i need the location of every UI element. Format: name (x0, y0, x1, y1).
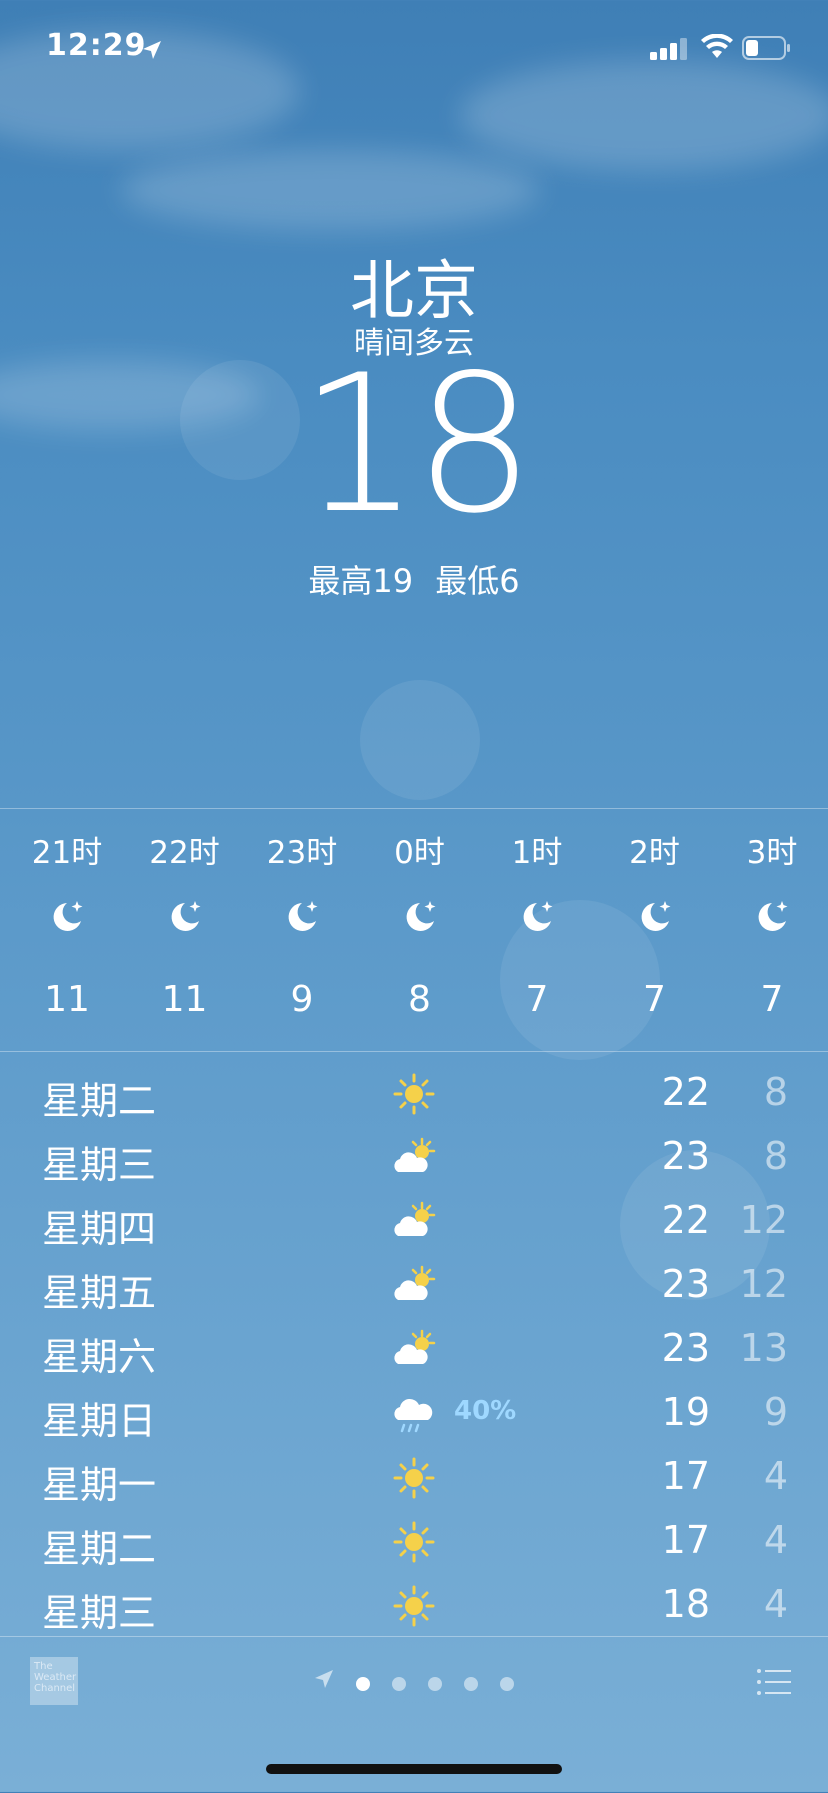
moon-star-icon (400, 897, 440, 937)
weather-channel-logo[interactable]: The Weather Channel (30, 1657, 78, 1705)
day-low: 12 (739, 1262, 788, 1306)
daily-row: 星期一 17 4 (0, 1446, 828, 1510)
hour-label: 1时 (511, 835, 563, 871)
battery-icon (742, 36, 790, 60)
partly-cloudy-icon (390, 1136, 438, 1180)
day-low: 4 (763, 1454, 788, 1498)
day-low: 8 (763, 1070, 788, 1114)
hour-label: 23时 (266, 835, 338, 871)
daily-row: 星期三 18 4 (0, 1574, 828, 1638)
day-high: 19 (661, 1390, 710, 1434)
day-label: 星期二 (42, 1079, 157, 1123)
day-label: 星期六 (42, 1335, 157, 1379)
list-icon[interactable] (756, 1667, 792, 1697)
hour-temp: 7 (760, 979, 784, 1020)
moon-star-icon (517, 897, 557, 937)
precip-chance: 40% (454, 1396, 517, 1426)
day-high: 17 (661, 1454, 710, 1498)
daily-row: 星期六 23 13 (0, 1318, 828, 1382)
page-dot[interactable] (356, 1677, 370, 1691)
sun-icon (390, 1072, 438, 1116)
sun-icon (390, 1584, 438, 1628)
partly-cloudy-icon (390, 1264, 438, 1308)
low-temp: 最低6 (435, 562, 520, 600)
page-dot[interactable] (464, 1677, 478, 1691)
day-label: 星期一 (42, 1463, 157, 1507)
moon-star-icon (165, 897, 205, 937)
day-label: 星期三 (42, 1591, 157, 1635)
day-label: 星期五 (42, 1271, 157, 1315)
hour-label: 21时 (31, 835, 103, 871)
hour-temp: 11 (161, 979, 208, 1020)
hour-temp: 7 (643, 979, 666, 1020)
day-high: 23 (661, 1262, 710, 1306)
day-label: 星期四 (42, 1207, 157, 1251)
location-arrow-icon (315, 1670, 333, 1688)
day-label: 星期日 (42, 1399, 157, 1443)
moon-star-icon (282, 897, 322, 937)
day-low: 4 (763, 1518, 788, 1562)
moon-star-icon (47, 897, 87, 937)
daily-row: 星期二 22 8 (0, 1062, 828, 1126)
daily-row: 星期日 40% 19 9 (0, 1382, 828, 1446)
high-temp: 最高19 (308, 562, 414, 600)
wifi-icon (701, 34, 733, 58)
hour-temp: 8 (408, 979, 431, 1020)
day-low: 8 (763, 1134, 788, 1178)
page-dot[interactable] (500, 1677, 514, 1691)
partly-cloudy-icon (390, 1328, 438, 1372)
day-high: 22 (661, 1198, 710, 1242)
moon-star-icon (635, 897, 675, 937)
daily-row: 星期五 23 12 (0, 1254, 828, 1318)
location-arrow-icon (143, 41, 161, 59)
hour-temp: 11 (44, 979, 90, 1020)
page-dot[interactable] (428, 1677, 442, 1691)
day-high: 23 (661, 1326, 710, 1370)
daily-row: 星期三 23 8 (0, 1126, 828, 1190)
daily-row: 星期四 22 12 (0, 1190, 828, 1254)
status-time: 12:29 (46, 28, 147, 63)
hour-temp: 7 (525, 979, 549, 1020)
status-bar: 12:29 (0, 0, 828, 96)
day-low: 12 (739, 1198, 788, 1242)
day-low: 13 (739, 1326, 788, 1370)
day-low: 9 (763, 1390, 788, 1434)
cellular-signal-icon (650, 38, 687, 60)
hour-label: 2时 (629, 835, 680, 871)
rain-icon (390, 1392, 438, 1436)
day-high: 23 (661, 1134, 710, 1178)
sun-icon (390, 1456, 438, 1500)
day-high: 18 (661, 1582, 710, 1626)
sun-icon (390, 1520, 438, 1564)
high-low: 最高19 最低6 (0, 556, 828, 602)
hour-label: 22时 (149, 835, 220, 871)
moon-star-icon (752, 897, 792, 937)
partly-cloudy-icon (390, 1200, 438, 1244)
hour-label: 0时 (394, 835, 445, 871)
day-label: 星期三 (42, 1143, 157, 1187)
page-dot[interactable] (392, 1677, 406, 1691)
hour-temp: 9 (290, 979, 314, 1020)
day-low: 4 (763, 1582, 788, 1626)
hour-label: 3时 (746, 835, 798, 871)
hourly-forecast[interactable]: 21时 11 22时 11 23时 9 0时 8 1时 7 2时 7 3时 7 (0, 808, 828, 1052)
day-high: 17 (661, 1518, 710, 1562)
day-high: 22 (661, 1070, 710, 1114)
day-label: 星期二 (42, 1527, 157, 1571)
home-indicator[interactable] (266, 1764, 562, 1774)
current-temperature: 18 (299, 334, 535, 555)
daily-row: 星期二 17 4 (0, 1510, 828, 1574)
